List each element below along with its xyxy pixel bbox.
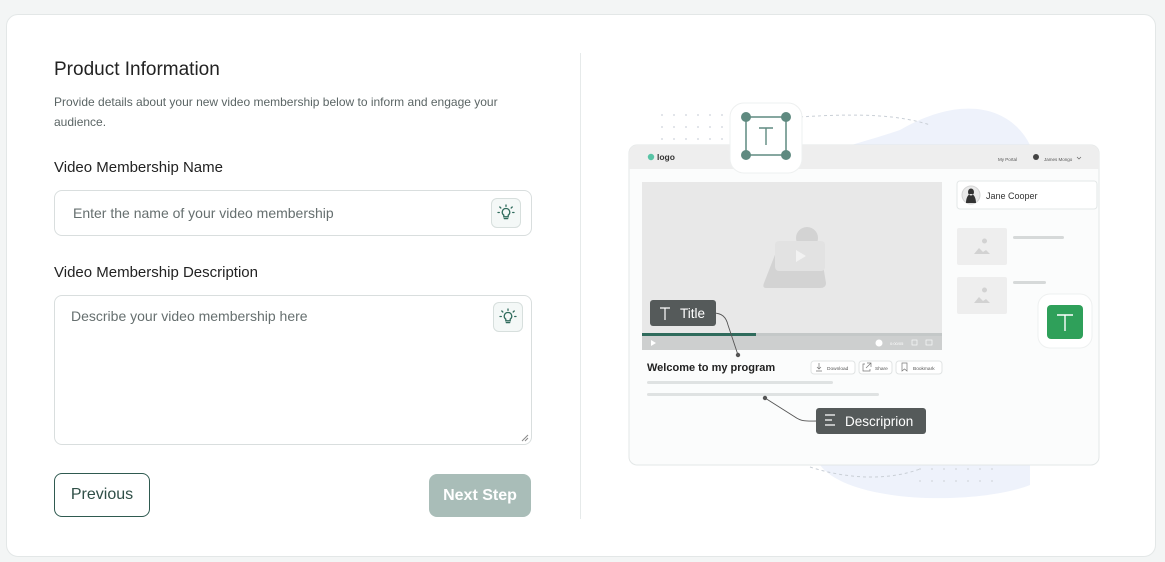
description-tag-label: Descriprion: [845, 414, 913, 429]
title-tag-label: Title: [680, 306, 705, 321]
lightbulb-icon[interactable]: [491, 198, 521, 228]
connector-dot: [735, 352, 741, 358]
description-textarea[interactable]: Describe your video membership here: [54, 295, 532, 445]
player-time: 0:00/05: [890, 341, 904, 346]
share-label: Share: [875, 366, 888, 372]
thumbnail: [957, 228, 1007, 265]
divider: [580, 53, 581, 519]
page-description: Provide details about your new video mem…: [54, 95, 498, 129]
text-line: [647, 393, 879, 396]
description-placeholder: Describe your video membership here: [71, 308, 308, 324]
name-input[interactable]: Enter the name of your video membership: [54, 190, 532, 236]
membership-illustration: logo My Portal James Mongo 0:00/05 Welco…: [628, 102, 1100, 499]
nav-user: James Mongo: [1044, 157, 1073, 162]
page-title: Product Information: [54, 59, 220, 80]
dashed-curve: [799, 114, 931, 126]
name-placeholder: Enter the name of your video membership: [73, 205, 334, 221]
thumbnail: [957, 277, 1007, 314]
user-avatar-icon: [1033, 154, 1039, 160]
text-line: [647, 381, 833, 384]
logo-text: logo: [657, 152, 675, 162]
progress-fill: [642, 333, 756, 336]
connector-dot: [762, 395, 768, 401]
app-header: [629, 145, 1099, 169]
text-line: [1013, 281, 1046, 284]
toggle-icon: [875, 339, 883, 347]
resize-handle-icon[interactable]: [521, 434, 529, 442]
download-label: Download: [827, 366, 849, 372]
bookmark-label: Bookmark: [913, 366, 935, 372]
video-heading: Welcome to my program: [647, 362, 775, 374]
next-step-button[interactable]: Next Step: [429, 474, 531, 517]
nav-portal: My Portal: [998, 157, 1017, 162]
description-label: Video Membership Description: [54, 264, 258, 281]
name-label: Video Membership Name: [54, 159, 223, 176]
previous-button[interactable]: Previous: [54, 473, 150, 517]
lightbulb-icon[interactable]: [493, 302, 523, 332]
logo-icon: [647, 153, 655, 161]
profile-name: Jane Cooper: [986, 191, 1038, 201]
text-line: [1013, 236, 1064, 239]
